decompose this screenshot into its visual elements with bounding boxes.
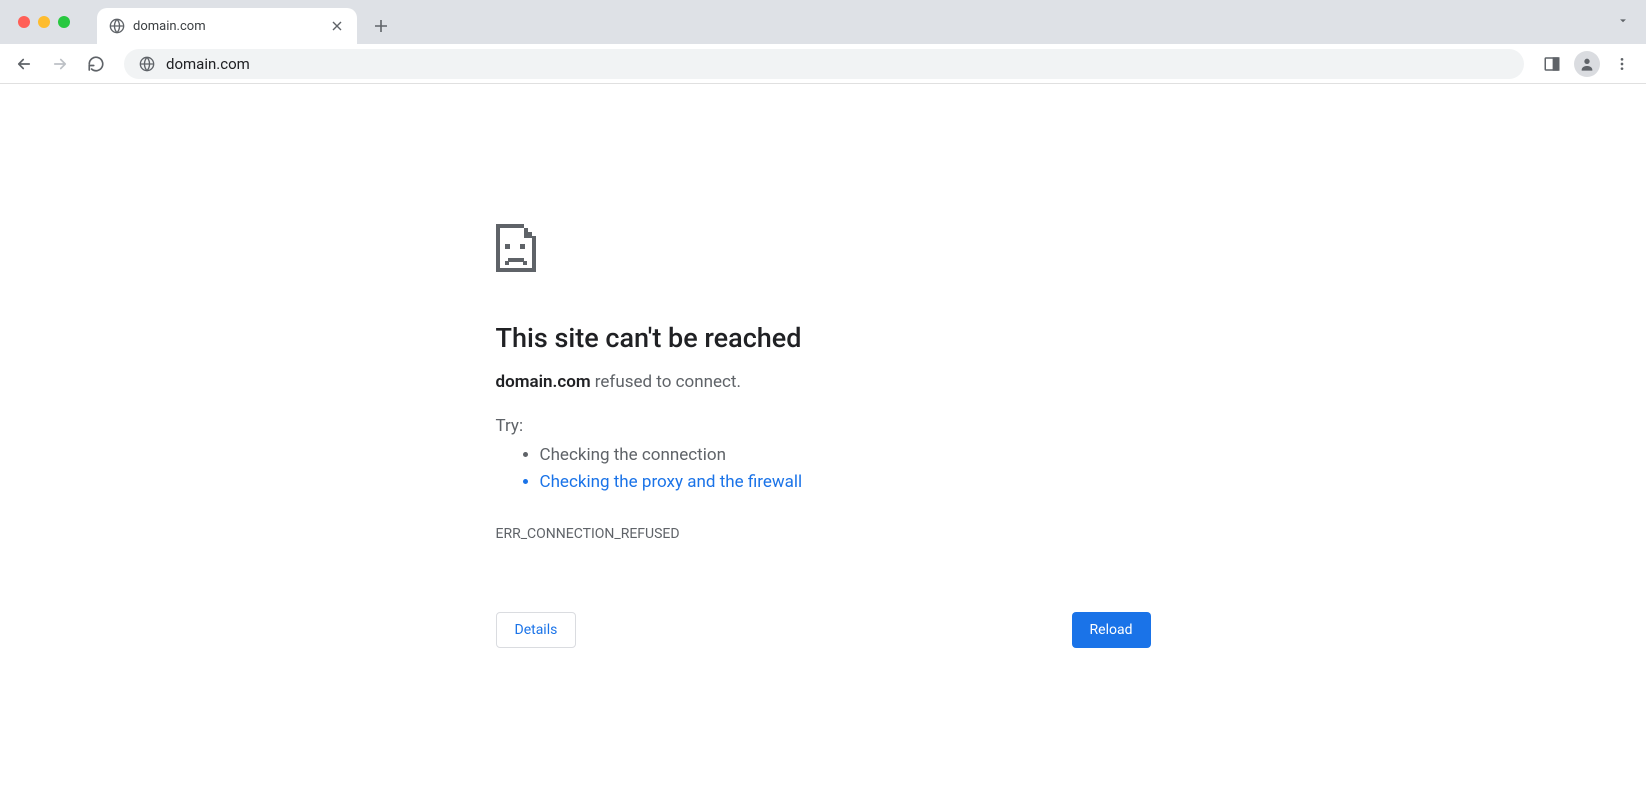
page-content: This site can't be reached domain.com re… bbox=[0, 84, 1646, 648]
profile-avatar-button[interactable] bbox=[1574, 51, 1600, 77]
try-label: Try: bbox=[496, 416, 1151, 436]
error-host: domain.com bbox=[496, 372, 591, 392]
toolbar: domain.com bbox=[0, 44, 1646, 84]
new-tab-button[interactable] bbox=[367, 12, 395, 40]
error-title: This site can't be reached bbox=[496, 322, 1151, 354]
error-code: ERR_CONNECTION_REFUSED bbox=[496, 526, 1151, 542]
globe-icon bbox=[109, 18, 125, 34]
window-close-button[interactable] bbox=[18, 16, 30, 28]
back-button[interactable] bbox=[8, 48, 40, 80]
error-desc-suffix: refused to connect. bbox=[591, 372, 741, 392]
browser-tab[interactable]: domain.com bbox=[97, 8, 357, 44]
suggestion-check-connection: Checking the connection bbox=[540, 442, 1151, 469]
menu-button[interactable] bbox=[1606, 48, 1638, 80]
close-tab-button[interactable] bbox=[329, 18, 345, 34]
tab-title: domain.com bbox=[133, 19, 321, 34]
url-text: domain.com bbox=[166, 55, 250, 73]
window-minimize-button[interactable] bbox=[38, 16, 50, 28]
tabs-area: domain.com bbox=[97, 8, 1646, 44]
toolbar-right bbox=[1536, 48, 1638, 80]
error-container: This site can't be reached domain.com re… bbox=[496, 224, 1151, 648]
suggestions-list: Checking the connection Checking the pro… bbox=[496, 442, 1151, 496]
details-button[interactable]: Details bbox=[496, 612, 577, 648]
reload-page-button[interactable]: Reload bbox=[1072, 612, 1151, 648]
forward-button[interactable] bbox=[44, 48, 76, 80]
window-maximize-button[interactable] bbox=[58, 16, 70, 28]
tab-strip: domain.com bbox=[0, 0, 1646, 44]
address-bar[interactable]: domain.com bbox=[124, 49, 1524, 79]
suggestion-check-proxy-link[interactable]: Checking the proxy and the firewall bbox=[540, 469, 1151, 496]
button-row: Details Reload bbox=[496, 612, 1151, 648]
reload-button[interactable] bbox=[80, 48, 112, 80]
error-description: domain.com refused to connect. bbox=[496, 372, 1151, 392]
sad-page-icon bbox=[496, 224, 536, 272]
window-controls bbox=[18, 16, 70, 28]
site-info-icon[interactable] bbox=[138, 55, 156, 73]
tab-list-dropdown[interactable] bbox=[1612, 9, 1634, 36]
side-panel-button[interactable] bbox=[1536, 48, 1568, 80]
